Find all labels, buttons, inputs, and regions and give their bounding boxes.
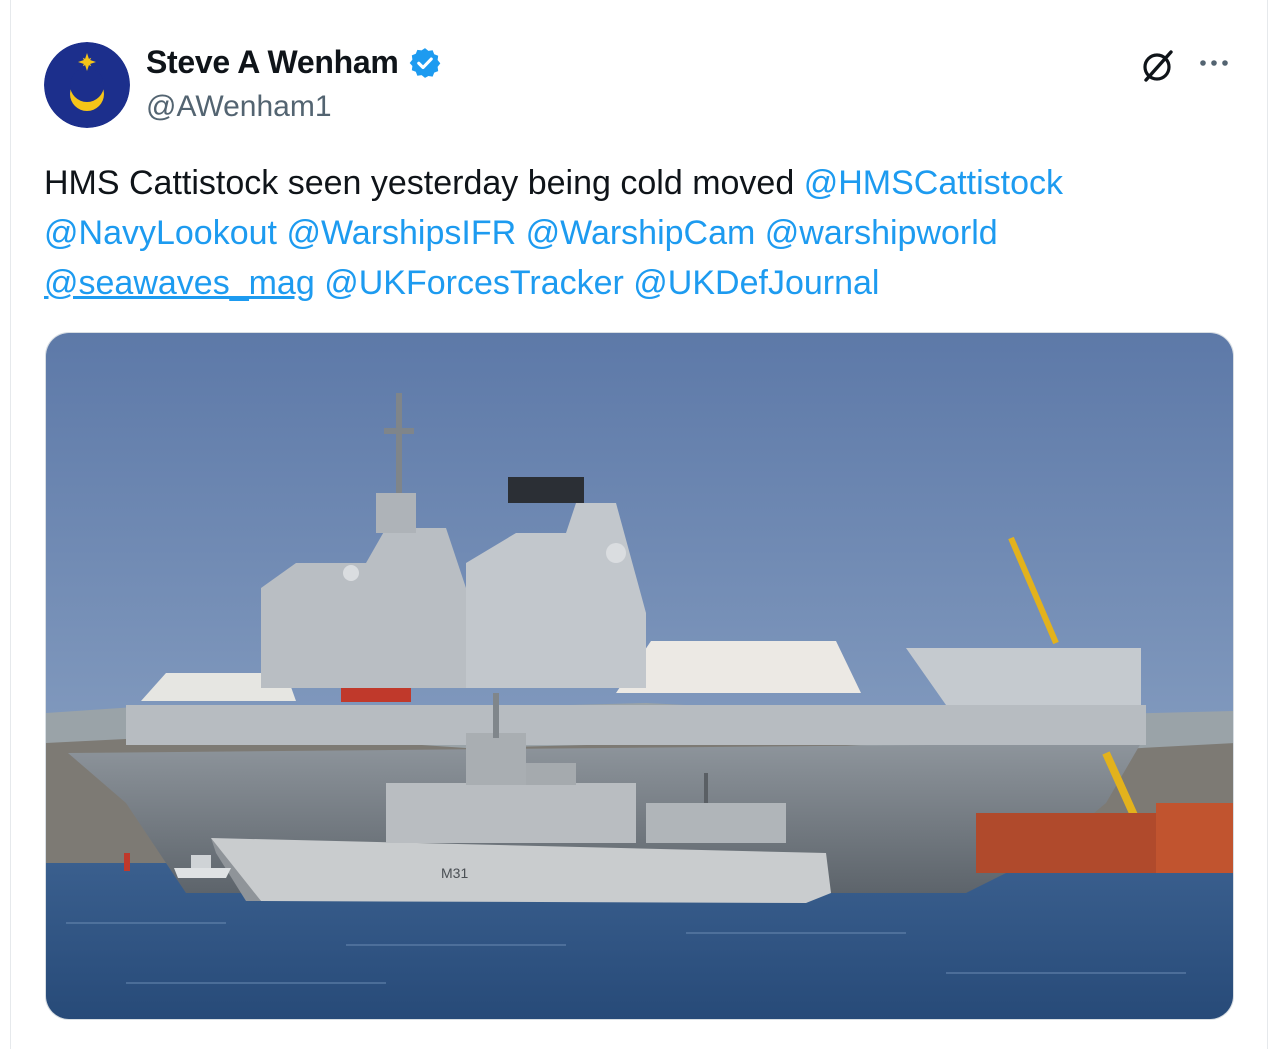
mention-link[interactable]: @UKForcesTracker (324, 264, 624, 302)
tweet-photo[interactable]: M31 (45, 332, 1234, 1020)
mention-link[interactable]: @WarshipsIFR (286, 214, 516, 252)
tweet-text: HMS Cattistock seen yesterday being cold… (44, 158, 1244, 308)
hull-marking: M31 (441, 865, 468, 881)
tweet-body-text: HMS Cattistock seen yesterday being cold… (44, 164, 795, 202)
crescent-star-avatar-icon (44, 42, 130, 128)
mention-link[interactable]: @seawaves_mag (44, 264, 315, 302)
grok-icon[interactable] (1138, 46, 1178, 86)
avatar[interactable] (44, 42, 130, 128)
mention-link[interactable]: @UKDefJournal (633, 264, 879, 302)
more-options-icon[interactable] (1196, 48, 1232, 78)
mention-link[interactable]: @NavyLookout (44, 214, 277, 252)
author-handle[interactable]: @AWenham1 (146, 90, 332, 124)
mention-link[interactable]: @warshipworld (765, 214, 998, 252)
ships-in-harbour-image: M31 (46, 333, 1233, 1019)
verified-badge-icon (409, 48, 441, 78)
author-display-name[interactable]: Steve A Wenham (146, 44, 399, 81)
mention-link[interactable]: @WarshipCam (526, 214, 756, 252)
mention-link[interactable]: @HMSCattistock (804, 164, 1063, 202)
